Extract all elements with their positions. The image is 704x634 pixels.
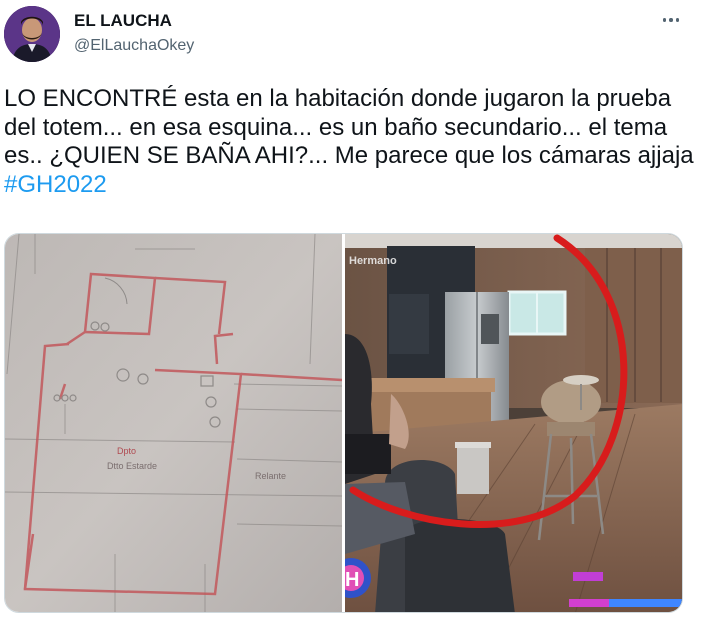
tweet-body: LO ENCONTRÉ esta en la habitación donde … bbox=[4, 85, 694, 169]
more-horizontal-icon[interactable] bbox=[656, 8, 686, 32]
tweet-card: EL LAUCHA @ElLauchaOkey LO ENCONTRÉ esta… bbox=[0, 0, 704, 634]
media-grid: Dpto Dtto Estarde Relante Hermano H bbox=[4, 233, 683, 613]
tweet-text: LO ENCONTRÉ esta en la habitación donde … bbox=[4, 85, 694, 199]
hashtag-link[interactable]: #GH2022 bbox=[4, 171, 107, 198]
watermark-text: Hermano bbox=[349, 255, 397, 267]
photo-floor-plan[interactable]: Dpto Dtto Estarde Relante bbox=[5, 234, 342, 612]
plan-label-estarde: Dtto Estarde bbox=[107, 461, 157, 471]
author-block: EL LAUCHA @ElLauchaOkey bbox=[74, 11, 194, 56]
svg-text:H: H bbox=[345, 569, 359, 591]
plan-label-relante: Relante bbox=[255, 471, 286, 481]
handle[interactable]: @ElLauchaOkey bbox=[74, 36, 194, 56]
photo-house-room[interactable]: Hermano H bbox=[345, 234, 682, 612]
display-name[interactable]: EL LAUCHA bbox=[74, 11, 194, 31]
avatar[interactable] bbox=[4, 6, 60, 62]
plan-label-dpto: Dpto bbox=[117, 446, 136, 456]
